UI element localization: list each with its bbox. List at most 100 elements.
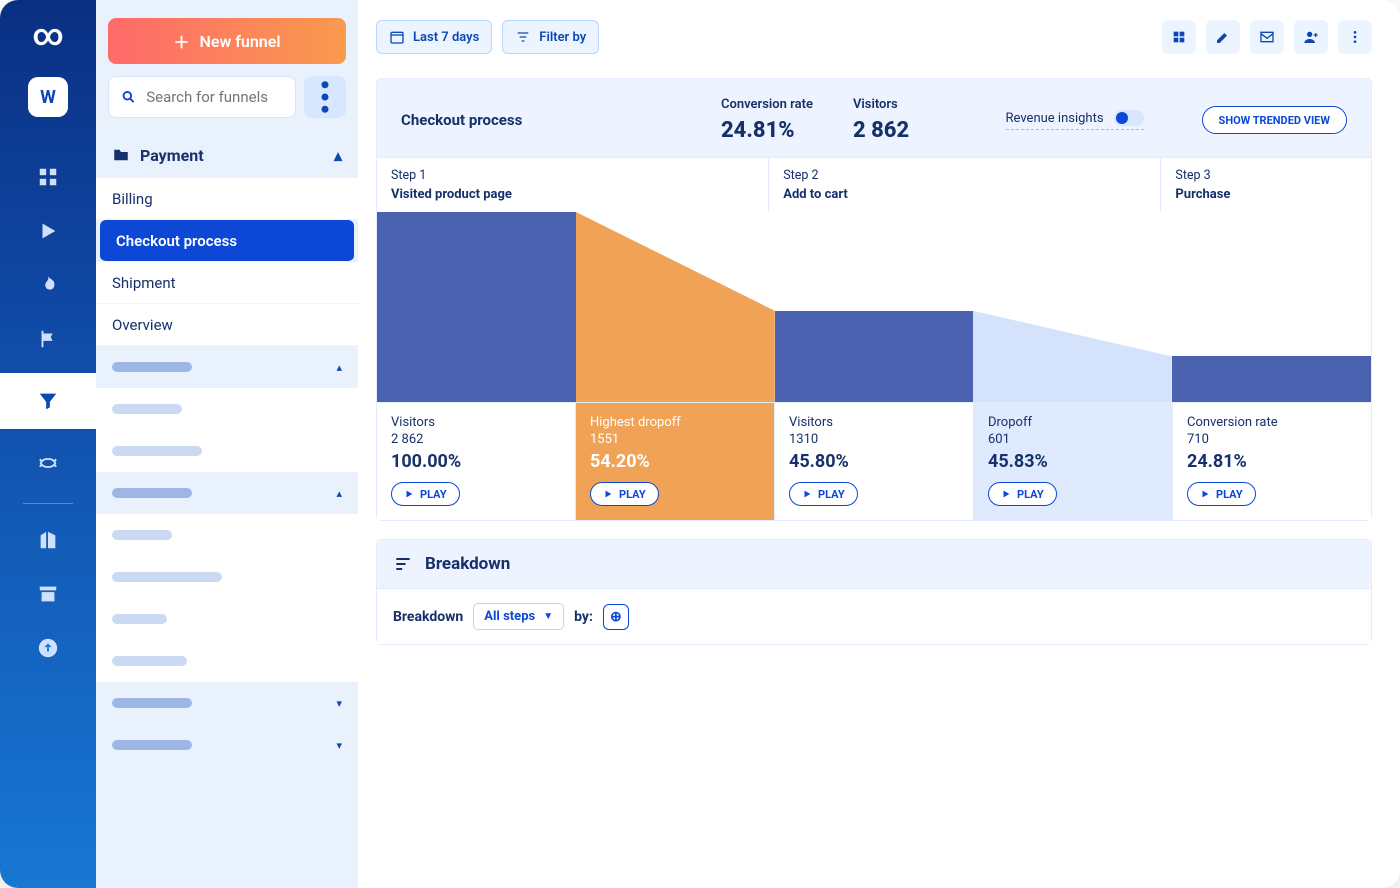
play-icon — [1001, 489, 1011, 499]
funnel-stat: Conversion rate 710 24.81% PLAY — [1173, 402, 1371, 520]
caret-up-icon: ▴ — [334, 146, 342, 165]
action-edit[interactable] — [1206, 20, 1240, 54]
toggle-icon — [1114, 110, 1144, 126]
list-skeleton — [96, 556, 358, 598]
breakdown-card: Breakdown Breakdown All steps ▼ by: ⊕ — [376, 539, 1372, 645]
search-icon — [121, 88, 136, 106]
play-button[interactable]: PLAY — [391, 482, 460, 506]
nav-heatmaps[interactable] — [28, 265, 68, 305]
action-view[interactable] — [1162, 20, 1196, 54]
grid-icon — [37, 166, 59, 188]
more-vert-icon — [304, 76, 346, 118]
play-button[interactable]: PLAY — [1187, 482, 1256, 506]
folder-skeleton[interactable]: ▾ — [96, 724, 358, 766]
funnel-bar — [775, 212, 974, 402]
sidebar-item-checkout-process[interactable]: Checkout process — [100, 220, 354, 262]
revenue-insights-toggle[interactable]: Revenue insights — [1006, 110, 1144, 130]
plus-icon: ＋ — [174, 29, 190, 53]
play-icon — [1200, 489, 1210, 499]
topbar: Last 7 days Filter by — [376, 20, 1372, 54]
funnel-stats: Visitors 2 862 100.00% PLAY Highest drop… — [377, 402, 1371, 520]
plus-icon: ⊕ — [610, 609, 622, 625]
sidebar-more-button[interactable] — [304, 76, 346, 118]
breakdown-header: Breakdown — [377, 540, 1371, 588]
search-box[interactable] — [108, 76, 296, 118]
mail-icon — [1259, 29, 1275, 45]
list-skeleton — [96, 430, 358, 472]
filter-icon — [515, 29, 531, 45]
funnel-stat: Dropoff 601 45.83% PLAY — [974, 402, 1173, 520]
funnel-stat: Visitors 2 862 100.00% PLAY — [377, 402, 576, 520]
new-funnel-button[interactable]: ＋ New funnel — [108, 18, 346, 64]
funnel-bars — [377, 212, 1371, 402]
action-more[interactable] — [1338, 20, 1372, 54]
nav-upload[interactable] — [28, 628, 68, 668]
folder-skeleton[interactable]: ▾ — [96, 682, 358, 724]
nav-archive[interactable] — [28, 574, 68, 614]
grid-icon — [1171, 29, 1187, 45]
app-frame: ∞ W — [0, 0, 1400, 888]
nav-apps[interactable] — [28, 157, 68, 197]
play-button[interactable]: PLAY — [789, 482, 858, 506]
show-trended-view-button[interactable]: SHOW TRENDED VIEW — [1202, 106, 1347, 134]
workspace-letter: W — [40, 87, 56, 108]
flag-icon — [37, 328, 59, 350]
funnel-bar — [1172, 212, 1371, 402]
pencil-icon — [1215, 29, 1231, 45]
nav-recordings[interactable] — [28, 211, 68, 251]
sidebar-item-billing[interactable]: Billing — [96, 178, 358, 220]
funnel-stat: Highest dropoff 1551 54.20% PLAY — [576, 402, 775, 520]
metric-visitors: Visitors 2 862 — [853, 97, 909, 143]
nav-company[interactable] — [28, 520, 68, 560]
flame-icon — [37, 274, 59, 296]
folder-icon — [112, 146, 130, 164]
funnel-card: Checkout process Conversion rate 24.81% … — [376, 78, 1372, 521]
filter-chip[interactable]: Filter by — [502, 20, 599, 54]
nav-rail: ∞ W — [0, 0, 96, 888]
funnel-bar — [576, 212, 775, 402]
calendar-icon — [389, 29, 405, 45]
step-header: Step 1Visited product page — [377, 158, 769, 212]
folder-skeleton[interactable]: ▴ — [96, 472, 358, 514]
nav-errors[interactable] — [28, 443, 68, 483]
folder-skeleton[interactable]: ▴ — [96, 346, 358, 388]
sidebar: ＋ New funnel Payment ▴ Billing Checkout … — [96, 0, 358, 888]
action-mail[interactable] — [1250, 20, 1284, 54]
sidebar-item-shipment[interactable]: Shipment — [96, 262, 358, 304]
folder-payment[interactable]: Payment ▴ — [96, 132, 358, 178]
folder-label: Payment — [140, 146, 204, 165]
new-funnel-label: New funnel — [200, 32, 281, 51]
funnel-summary: Checkout process Conversion rate 24.81% … — [377, 79, 1371, 157]
play-icon — [37, 220, 59, 242]
breakdown-icon — [393, 554, 413, 574]
main-content: Last 7 days Filter by Checkout process C… — [358, 0, 1400, 888]
breakdown-add-button[interactable]: ⊕ — [603, 604, 629, 630]
funnel-stat: Visitors 1310 45.80% PLAY — [775, 402, 974, 520]
caret-down-icon: ▼ — [543, 611, 553, 622]
play-button[interactable]: PLAY — [590, 482, 659, 506]
nav-flags[interactable] — [28, 319, 68, 359]
bug-icon — [37, 452, 59, 474]
play-icon — [603, 489, 613, 499]
list-skeleton — [96, 514, 358, 556]
step-header: Step 3Purchase — [1161, 158, 1371, 212]
date-range-label: Last 7 days — [413, 30, 479, 45]
logo-infinity-icon: ∞ — [32, 18, 63, 53]
breakdown-label: Breakdown — [393, 609, 463, 625]
list-skeleton — [96, 640, 358, 682]
breakdown-body: Breakdown All steps ▼ by: ⊕ — [377, 588, 1371, 644]
search-input[interactable] — [146, 88, 283, 106]
date-range-chip[interactable]: Last 7 days — [376, 20, 492, 54]
breakdown-steps-select[interactable]: All steps ▼ — [473, 603, 564, 630]
sidebar-item-overview[interactable]: Overview — [96, 304, 358, 346]
nav-funnels[interactable] — [0, 373, 96, 429]
workspace-badge[interactable]: W — [28, 77, 68, 117]
list-skeleton — [96, 388, 358, 430]
list-skeleton — [96, 598, 358, 640]
funnel-title: Checkout process — [401, 111, 681, 129]
play-button[interactable]: PLAY — [988, 482, 1057, 506]
funnel-icon — [37, 390, 59, 412]
action-person[interactable] — [1294, 20, 1328, 54]
filter-label: Filter by — [539, 30, 586, 45]
step-header: Step 2Add to cart — [769, 158, 1161, 212]
